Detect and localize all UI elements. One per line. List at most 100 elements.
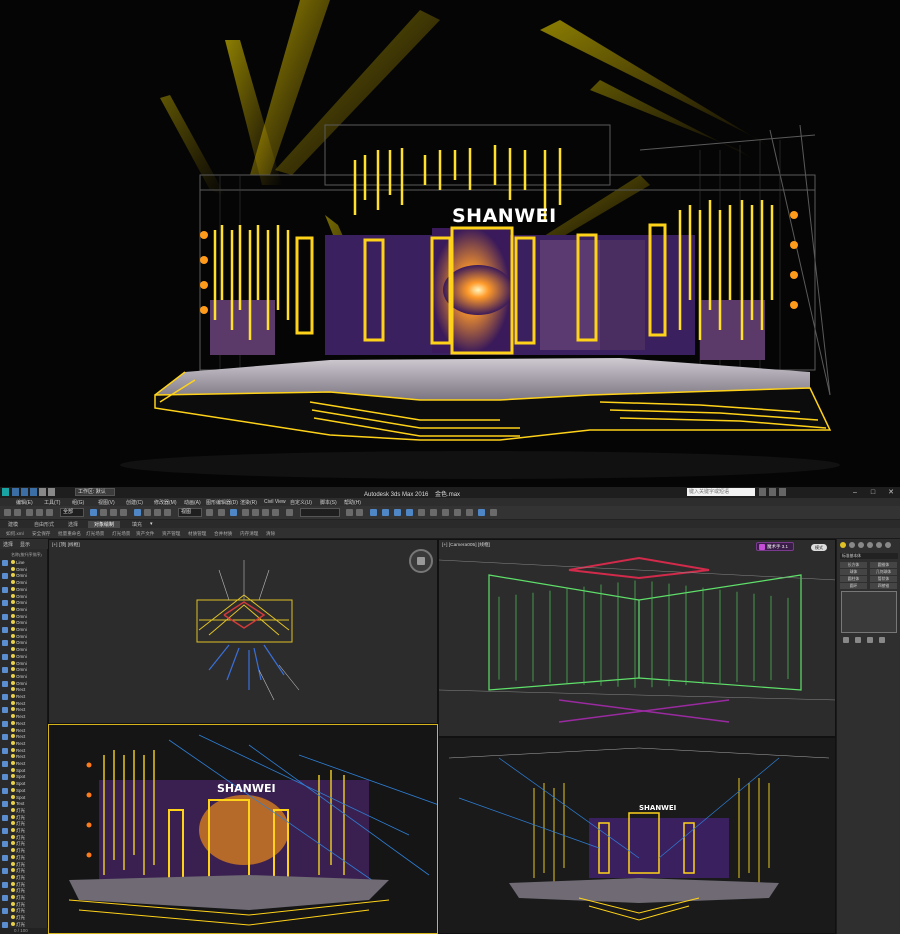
visibility-bulb-icon[interactable] [11, 781, 15, 786]
viewport-camera005[interactable]: [+] [Camera005] [线框] 模式 [438, 539, 836, 737]
open-file-icon[interactable] [21, 488, 28, 496]
subtab-9[interactable]: 内存清理 [240, 531, 258, 537]
subtab-10[interactable]: 清除 [266, 531, 275, 537]
visibility-bulb-icon[interactable] [11, 600, 15, 605]
visibility-bulb-icon[interactable] [11, 761, 15, 765]
visibility-bulb-icon[interactable] [11, 754, 15, 759]
subtab-2[interactable]: 批量重命名 [58, 531, 81, 537]
render-setup-icon[interactable] [430, 509, 437, 516]
selection-filter-dropdown[interactable]: 全部 [60, 508, 84, 517]
remove-modifier-icon[interactable] [879, 637, 885, 643]
subtab-4[interactable]: 灯光场景 [112, 531, 130, 537]
visibility-bulb-icon[interactable] [11, 707, 15, 712]
visibility-bulb-icon[interactable] [11, 888, 15, 893]
modify-tab-icon[interactable] [849, 542, 855, 548]
subtab-8[interactable]: 合并材质 [214, 531, 232, 537]
visibility-bulb-icon[interactable] [11, 861, 15, 866]
visibility-bulb-icon[interactable] [11, 747, 15, 752]
visibility-bulb-icon[interactable] [11, 680, 15, 685]
visibility-bulb-icon[interactable] [11, 801, 15, 806]
viewport-top[interactable]: [+] [顶] [线框] [48, 539, 438, 724]
btn-cone[interactable]: 圆锥体 [870, 562, 897, 568]
tab-object-paint[interactable]: 对象绘制 [88, 521, 121, 528]
window-crossing-icon[interactable] [120, 509, 127, 516]
menu-animation[interactable]: 动画(A) [184, 499, 201, 506]
menu-civil-view[interactable]: Civil View [264, 499, 286, 505]
menu-group[interactable]: 组(G) [72, 499, 84, 506]
layer-explorer-icon[interactable] [370, 509, 377, 516]
menu-rendering[interactable]: 渲染(R) [240, 499, 257, 506]
spinner-snap-icon[interactable] [272, 509, 279, 516]
visibility-bulb-icon[interactable] [11, 727, 15, 732]
align-icon[interactable] [356, 509, 363, 516]
visibility-bulb-icon[interactable] [11, 848, 15, 853]
visibility-bulb-icon[interactable] [11, 868, 15, 873]
scene-tab-select[interactable]: 选择 [3, 541, 13, 548]
redo-icon[interactable] [48, 488, 55, 496]
select-object-icon[interactable] [90, 509, 97, 516]
subtab-0[interactable]: 如何.xml [6, 531, 24, 537]
menu-graph-editors[interactable]: 图形编辑器(D) [206, 499, 238, 506]
btn-box[interactable]: 长方体 [840, 562, 867, 568]
visibility-bulb-icon[interactable] [11, 734, 15, 739]
make-unique-icon[interactable] [867, 637, 873, 643]
subtab-3[interactable]: 灯光场景 [86, 531, 104, 537]
show-end-result-icon[interactable] [855, 637, 861, 643]
undo-icon[interactable] [39, 488, 46, 496]
visibility-bulb-icon[interactable] [11, 566, 15, 571]
viewcube-navigation[interactable] [409, 549, 433, 573]
btn-torus[interactable]: 圆环 [840, 583, 867, 589]
visibility-bulb-icon[interactable] [11, 653, 15, 658]
a360-render-icon[interactable] [478, 509, 485, 516]
menu-customize[interactable]: 自定义(U) [290, 499, 312, 506]
tab-selection[interactable]: 选择 [68, 521, 78, 528]
snap-icon[interactable] [242, 509, 249, 516]
visibility-bulb-icon[interactable] [11, 660, 15, 665]
percent-snap-icon[interactable] [262, 509, 269, 516]
visibility-bulb-icon[interactable] [11, 807, 15, 812]
object-type-dropdown[interactable]: 标准基本体 [840, 553, 898, 559]
help-icon[interactable] [779, 488, 786, 496]
mirror-icon[interactable] [346, 509, 353, 516]
visibility-bulb-icon[interactable] [11, 620, 15, 625]
menu-views[interactable]: 视图(V) [98, 499, 115, 506]
toggle-ribbon-icon[interactable] [382, 509, 389, 516]
viewport-camera004[interactable]: [+] [Camera004] [真实] [48, 724, 438, 934]
visibility-bulb-icon[interactable] [11, 921, 15, 926]
viewport-camera001[interactable]: [+] [Camera001] [明暗处理] [438, 737, 836, 934]
subtab-7[interactable]: 材质管理 [188, 531, 206, 537]
visibility-bulb-icon[interactable] [11, 560, 15, 564]
visibility-bulb-icon[interactable] [11, 794, 15, 799]
pin-stack-icon[interactable] [843, 637, 849, 643]
select-by-name-icon[interactable] [100, 509, 107, 516]
schematic-view-icon[interactable] [406, 509, 413, 516]
hierarchy-tab-icon[interactable] [858, 542, 864, 548]
visibility-bulb-icon[interactable] [11, 694, 15, 698]
visibility-bulb-icon[interactable] [11, 673, 15, 678]
maximize-button[interactable]: □ [866, 488, 880, 497]
keyboard-shortcut-icon[interactable] [230, 509, 237, 516]
display-tab-icon[interactable] [876, 542, 882, 548]
minimize-button[interactable]: – [848, 488, 862, 497]
plugin-badge[interactable]: 魔术手 3.1 [756, 542, 794, 551]
visibility-bulb-icon[interactable] [11, 774, 15, 779]
place-icon[interactable] [164, 509, 171, 516]
btn-geosphere[interactable]: 几何球体 [870, 569, 897, 575]
scale-icon[interactable] [154, 509, 161, 516]
search-icon[interactable] [759, 488, 766, 496]
visibility-bulb-icon[interactable] [11, 647, 15, 652]
create-tab-icon[interactable] [840, 542, 846, 548]
material-editor-icon[interactable] [418, 509, 425, 516]
render-production-icon[interactable] [454, 509, 461, 516]
subtab-5[interactable]: 资产文件 [136, 531, 154, 537]
visibility-bulb-icon[interactable] [11, 687, 15, 692]
visibility-bulb-icon[interactable] [11, 573, 15, 578]
menu-tools[interactable]: 工具(T) [44, 499, 60, 506]
btn-sphere[interactable]: 球体 [840, 569, 867, 575]
new-file-icon[interactable] [12, 488, 19, 496]
plugin-mode-toggle[interactable]: 模式 [811, 544, 827, 551]
visibility-bulb-icon[interactable] [11, 821, 15, 826]
named-selection-sets[interactable] [300, 508, 340, 517]
pivot-icon[interactable] [206, 509, 213, 516]
visibility-bulb-icon[interactable] [11, 915, 15, 920]
